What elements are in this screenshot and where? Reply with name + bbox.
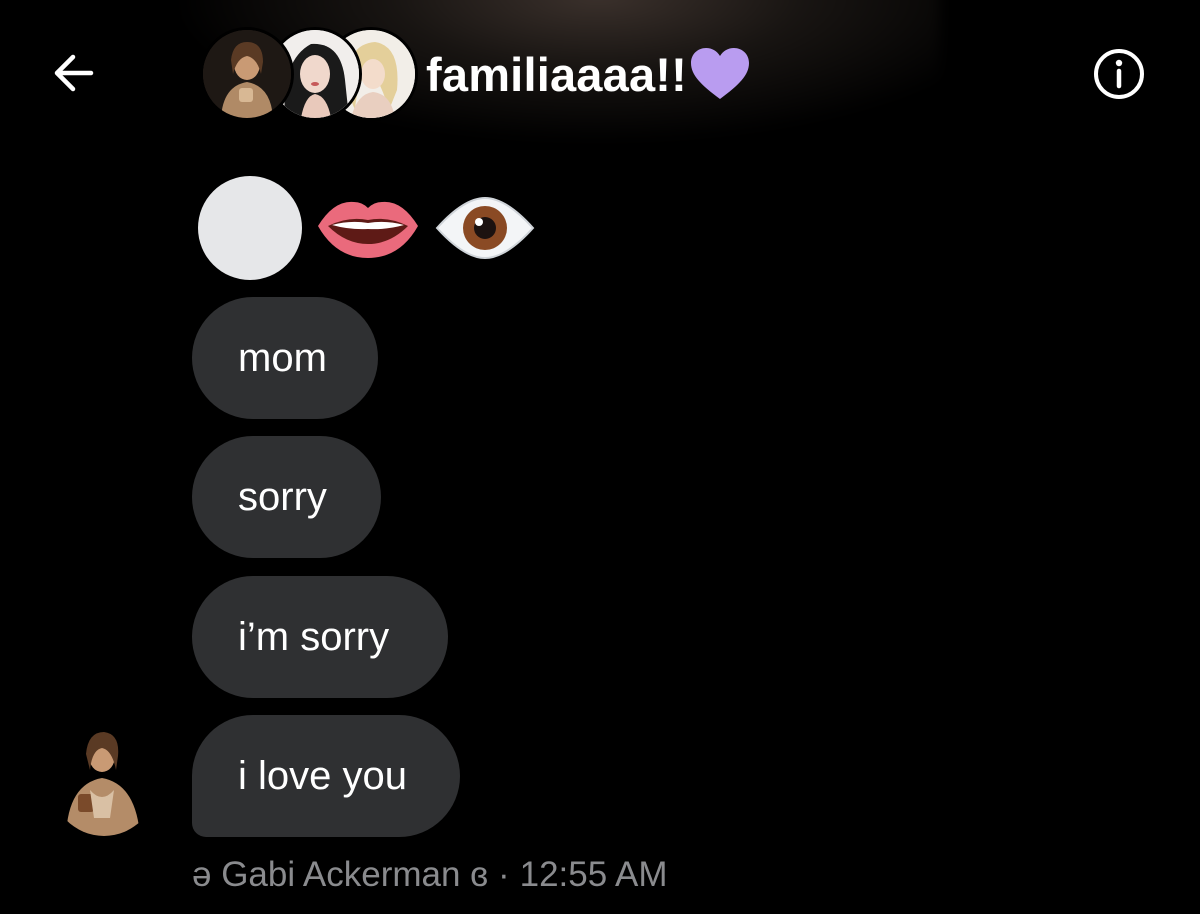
message-bubble[interactable]: sorry [192,436,381,558]
eye-emoji [435,196,535,260]
meta-separator: · [497,855,510,894]
purple-heart-icon [691,48,750,99]
chat-screen: familiaaaa!! mom sorry i’m sorry i love … [0,0,1200,914]
sender-name: ə Gabi Ackerman ɞ [192,855,488,894]
member-avatar-1 [200,27,294,121]
blank-circle-emoji [198,176,302,280]
group-avatars[interactable] [200,27,418,121]
message-bubble[interactable]: mom [192,297,378,419]
message-meta: ə Gabi Ackerman ɞ · 12:55 AM [192,852,668,898]
group-title[interactable]: familiaaaa!! [426,44,751,104]
sender-avatar[interactable] [50,724,158,836]
message-text: sorry [238,474,327,519]
arrow-left-icon [54,54,94,92]
message-time: 12:55 AM [519,855,668,894]
message-bubble[interactable]: i love you [192,715,460,837]
back-button[interactable] [46,48,100,98]
message-text: i’m sorry [238,614,390,659]
info-circle-icon [1094,49,1144,99]
emoji-message[interactable] [198,174,536,282]
lips-emoji [318,201,418,258]
message-text: i love you [238,753,407,798]
group-title-text: familiaaaa!! [426,47,688,101]
message-text: mom [238,335,327,380]
chat-header: familiaaaa!! [0,0,1200,145]
message-bubble[interactable]: i’m sorry [192,576,448,698]
info-button[interactable] [1092,47,1146,101]
